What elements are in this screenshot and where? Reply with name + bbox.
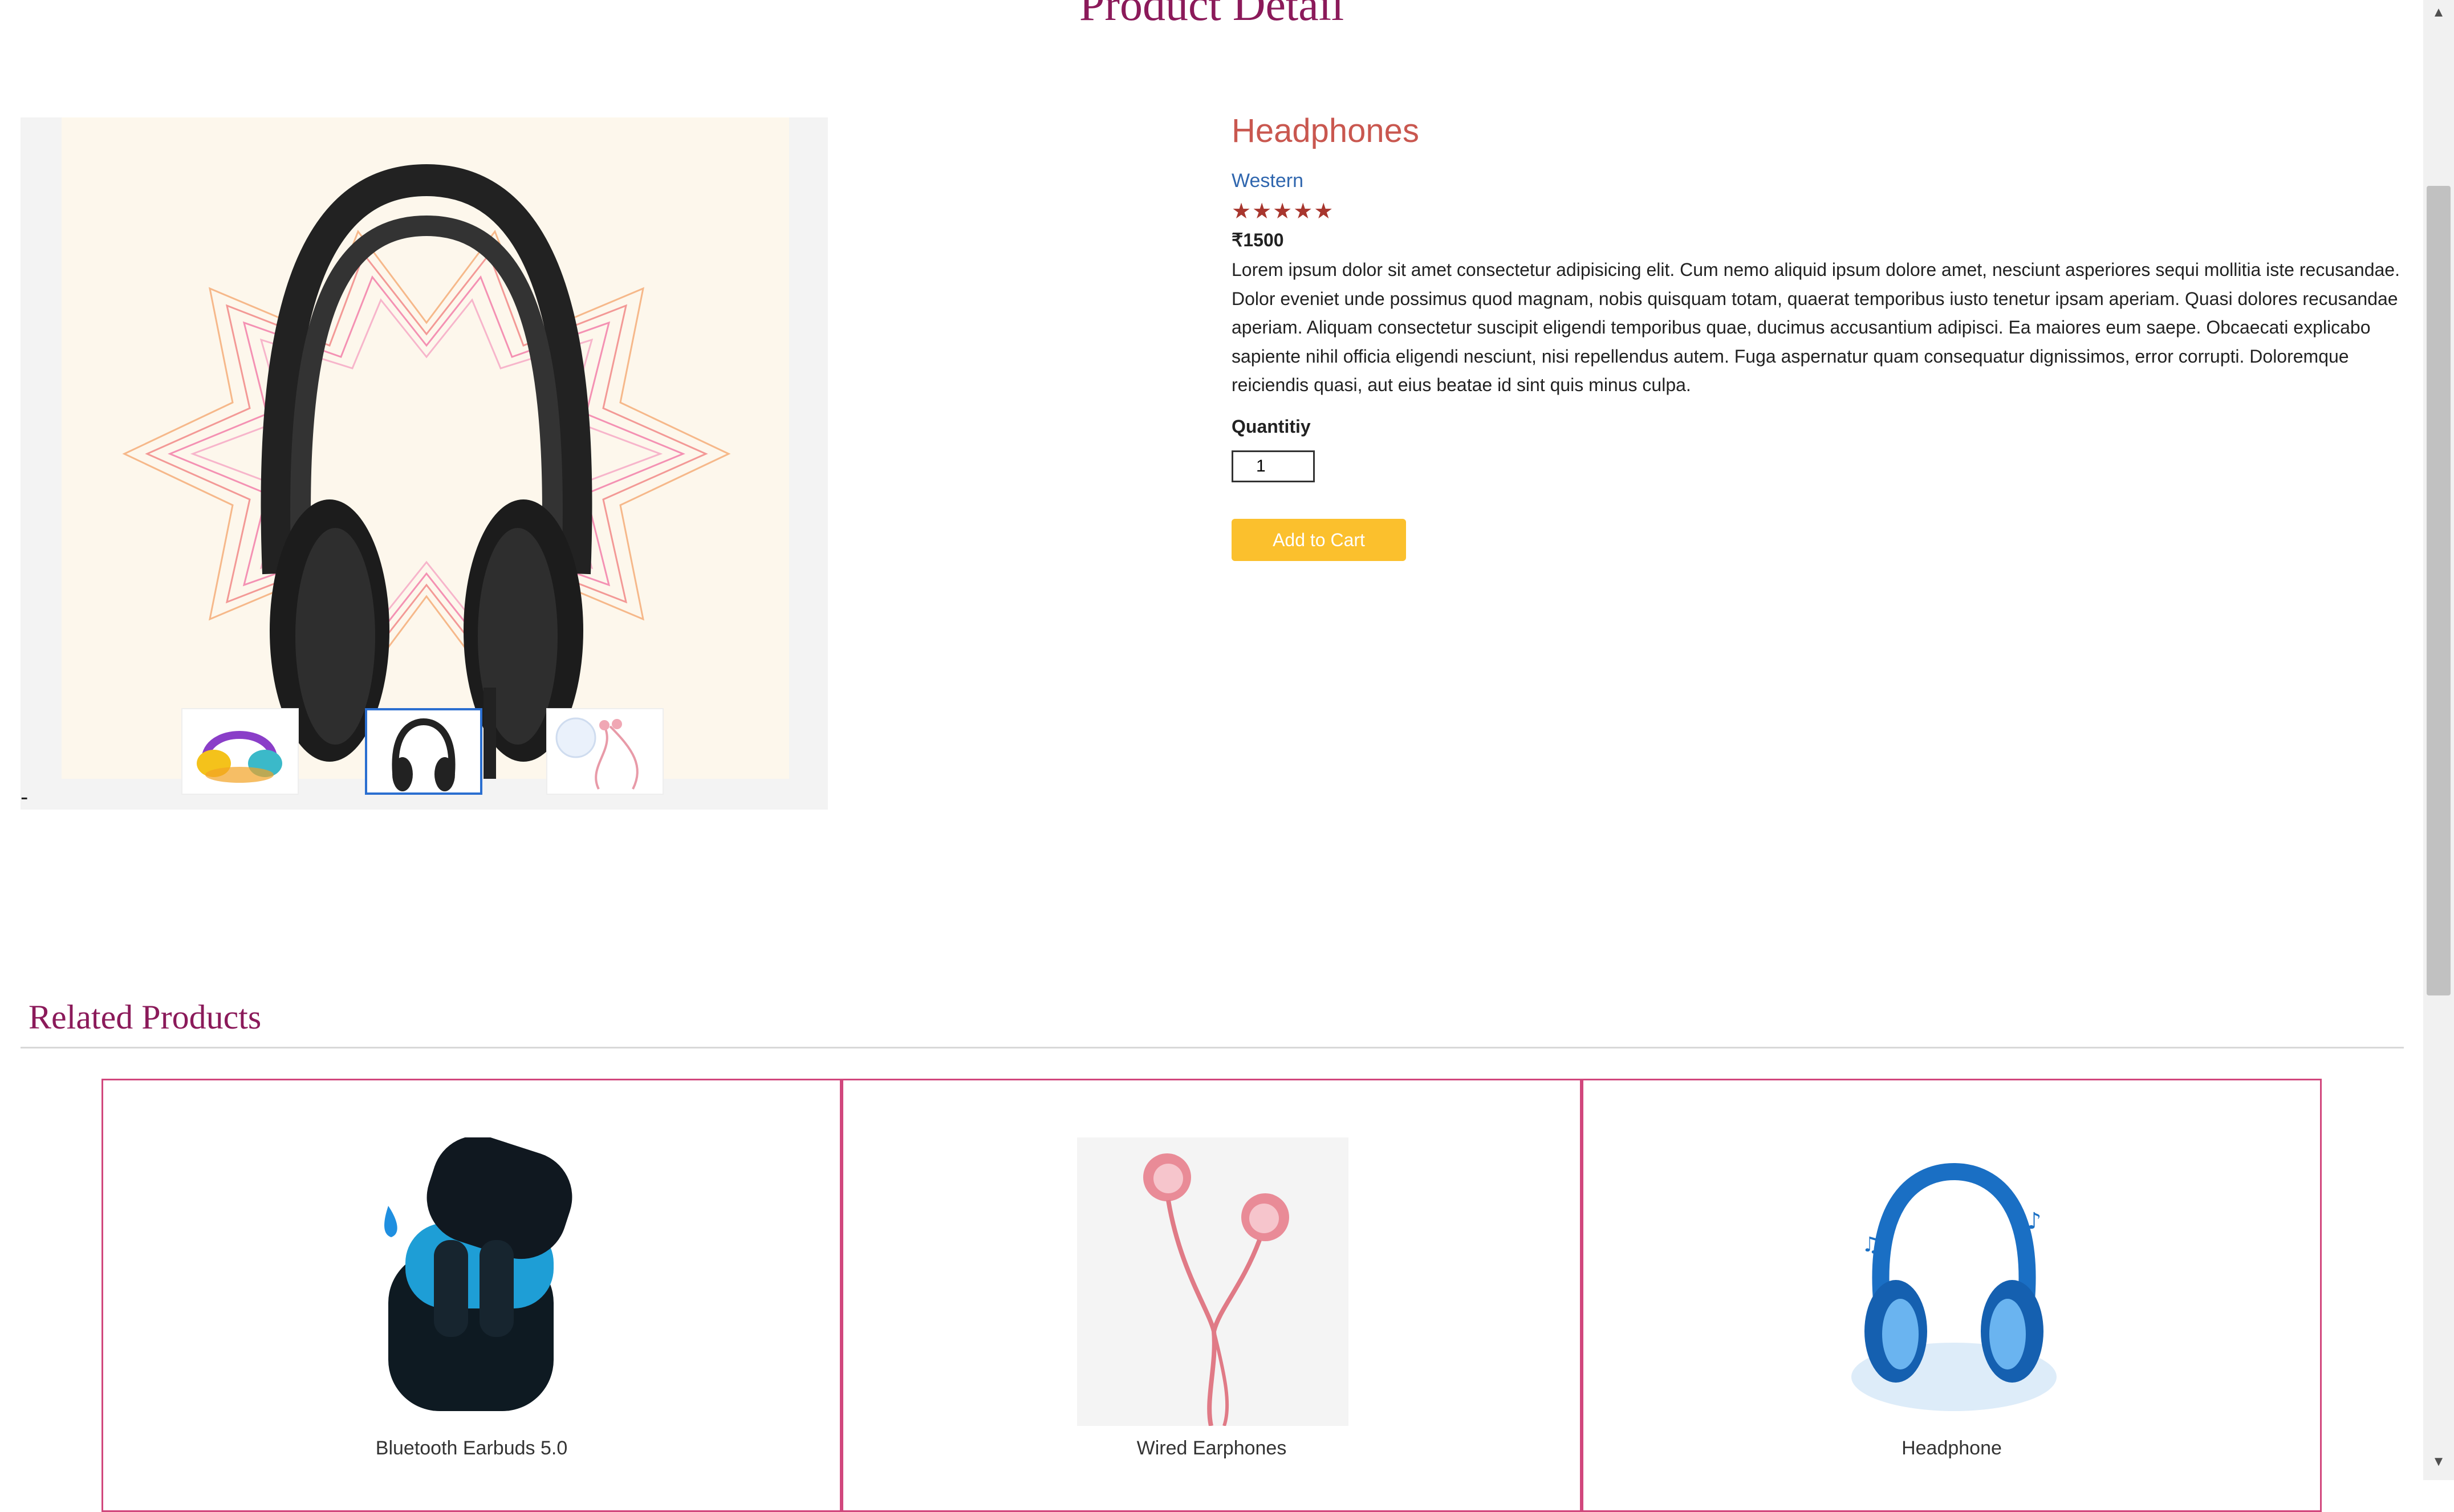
- product-gallery: -: [21, 117, 828, 810]
- earbuds-case-icon[interactable]: [365, 1135, 588, 1425]
- svg-text:♫: ♫: [1862, 1233, 1880, 1257]
- scrollbar-thumb[interactable]: [2427, 186, 2451, 995]
- related-product-name[interactable]: Headphone: [1583, 1437, 2320, 1460]
- section-divider: [21, 1047, 2404, 1048]
- related-product-card[interactable]: Wired Earphones: [842, 1079, 1582, 1512]
- related-products-heading: Related Products: [29, 998, 262, 1036]
- related-product-name[interactable]: Bluetooth Earbuds 5.0: [103, 1437, 840, 1460]
- product-name: Headphones: [1232, 112, 1419, 149]
- blue-headphone-icon[interactable]: ♪ ♫: [1833, 1137, 2075, 1425]
- main-product-image: [62, 117, 789, 779]
- product-price: ₹1500: [1232, 230, 1284, 250]
- related-product-card[interactable]: Bluetooth Earbuds 5.0: [101, 1079, 842, 1512]
- scroll-up-arrow-icon[interactable]: ▲: [2423, 5, 2454, 21]
- page-scrollbar[interactable]: ▲ ▼: [2423, 0, 2454, 1480]
- quantity-label: Quantitiy: [1232, 416, 1311, 437]
- add-to-cart-button[interactable]: Add to Cart: [1232, 519, 1406, 561]
- gallery-dash-mark: -: [21, 785, 29, 810]
- product-category-link[interactable]: Western: [1232, 170, 1303, 192]
- thumbnail-colorful-headphones[interactable]: [181, 708, 299, 795]
- product-description: Lorem ipsum dolor sit amet consectetur a…: [1232, 259, 2400, 395]
- scroll-down-arrow-icon[interactable]: ▼: [2423, 1454, 2454, 1470]
- thumbnail-pink-earphones[interactable]: [546, 708, 664, 795]
- related-product-card[interactable]: ♪ ♫ Headphone: [1582, 1079, 2322, 1512]
- related-product-name[interactable]: Wired Earphones: [843, 1437, 1580, 1460]
- quantity-input[interactable]: [1232, 450, 1315, 482]
- wired-earphones-icon[interactable]: [1077, 1137, 1348, 1429]
- svg-text:♪: ♪: [2027, 1208, 2042, 1234]
- page-title: Product Detail: [1079, 0, 1344, 30]
- rating-stars-icon: ★★★★★: [1232, 200, 1335, 223]
- thumbnail-black-headphones[interactable]: [365, 708, 482, 795]
